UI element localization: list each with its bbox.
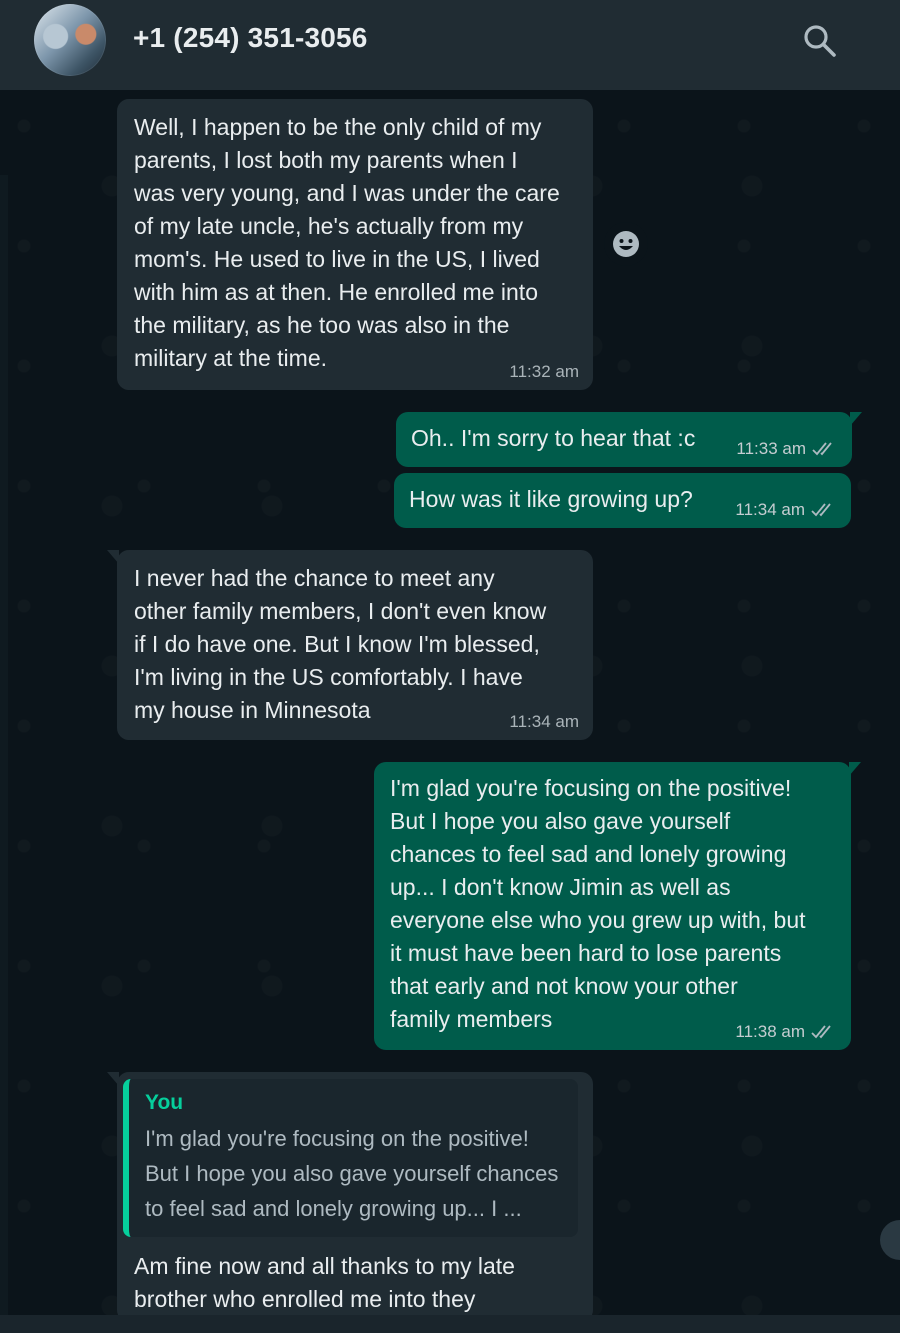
- double-check-icon: [812, 442, 832, 456]
- message-time: 11:34 am: [509, 712, 579, 731]
- message-outgoing[interactable]: Oh.. I'm sorry to hear that :c 11:33 am: [396, 412, 862, 467]
- quote-author: You: [145, 1091, 184, 1114]
- double-check-icon: [811, 1025, 831, 1039]
- message-time: 11:32 am: [509, 362, 579, 381]
- message-text: Am fine now and all thanks to my late br…: [134, 1253, 515, 1312]
- double-check-icon: [811, 503, 831, 517]
- message-incoming[interactable]: Well, I happen to be the only child of m…: [117, 99, 593, 390]
- message-incoming[interactable]: I never had the chance to meet any other…: [107, 550, 593, 740]
- message-outgoing[interactable]: I'm glad you're focusing on the positive…: [374, 762, 861, 1050]
- message-text: Well, I happen to be the only child of m…: [134, 114, 560, 371]
- message-time: 11:34 am: [735, 500, 805, 519]
- message-outgoing[interactable]: How was it like growing up? 11:34 am: [394, 473, 851, 528]
- composer-edge: [0, 1315, 900, 1333]
- message-text: I never had the chance to meet any other…: [134, 565, 547, 723]
- contact-name[interactable]: +1 (254) 351-3056: [133, 22, 368, 54]
- quoted-message[interactable]: You I'm glad you're focusing on the posi…: [123, 1079, 578, 1237]
- search-icon[interactable]: [800, 21, 840, 61]
- chat-header: +1 (254) 351-3056: [0, 0, 900, 90]
- reply-text-container: Am fine now and all thanks to my late br…: [117, 1250, 593, 1316]
- chat-window: +1 (254) 351-3056 Well, I happen to be t…: [0, 0, 900, 1333]
- contact-avatar[interactable]: [34, 4, 106, 76]
- message-time: 11:38 am: [735, 1022, 805, 1041]
- emoji-reaction-icon[interactable]: [604, 222, 648, 266]
- message-time: 11:33 am: [736, 439, 806, 458]
- chat-left-edge: [0, 175, 8, 1315]
- message-text: I'm glad you're focusing on the positive…: [390, 775, 806, 1032]
- quote-text: I'm glad you're focusing on the positive…: [145, 1126, 559, 1221]
